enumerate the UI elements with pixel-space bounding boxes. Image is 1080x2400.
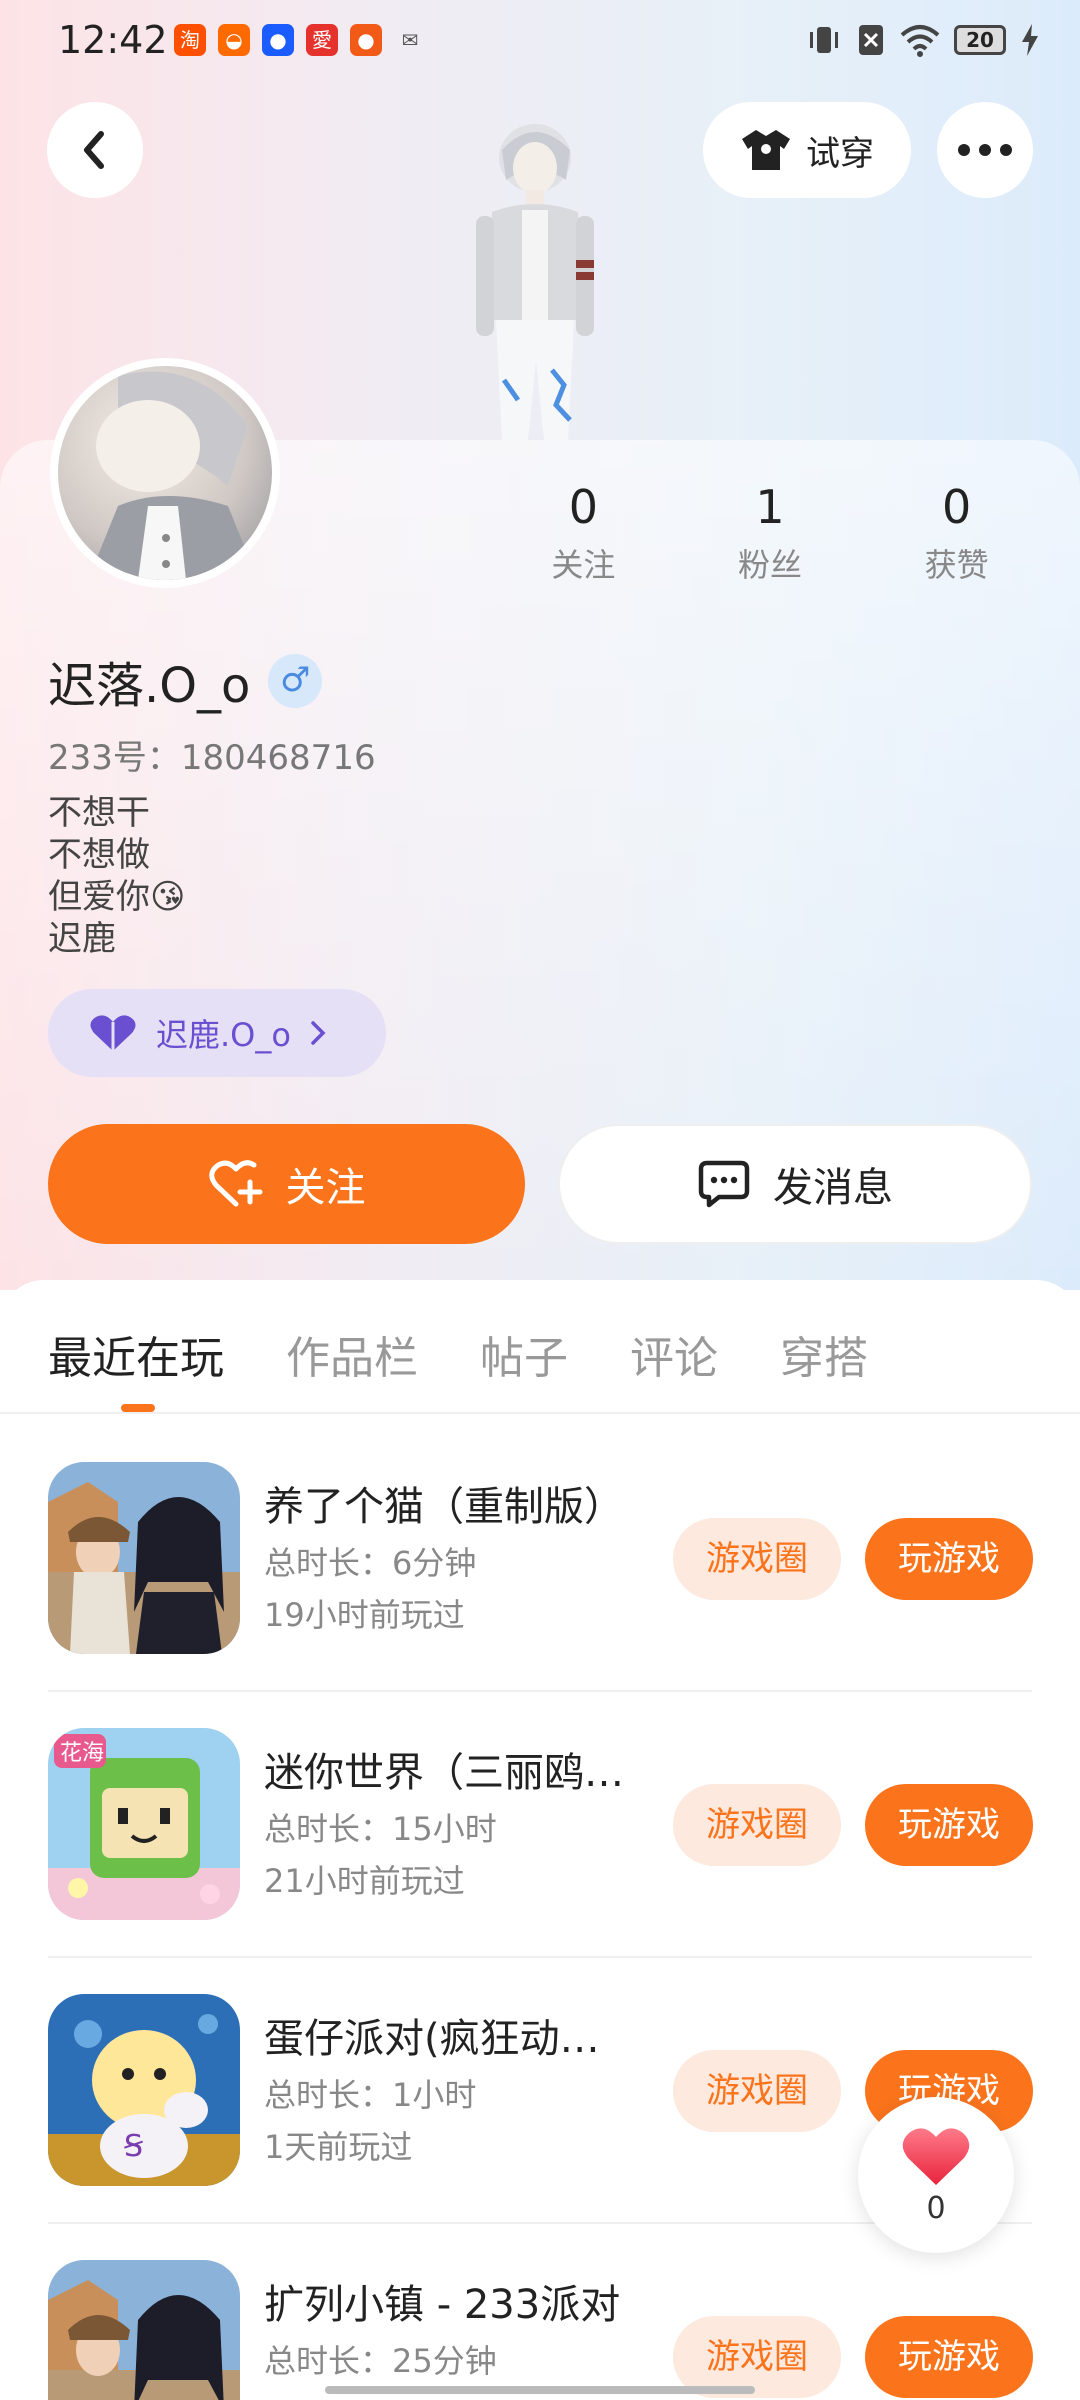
following-count: 0 bbox=[568, 480, 598, 534]
heart-couple-icon bbox=[90, 1015, 136, 1051]
ball-app-icon: ● bbox=[350, 24, 382, 56]
svg-text:花海: 花海 bbox=[60, 1741, 104, 1766]
send-message-label: 发消息 bbox=[773, 1165, 893, 1211]
tab-divider bbox=[0, 1412, 1080, 1414]
active-tab-indicator bbox=[121, 1404, 155, 1412]
tab-comments[interactable]: 评论 bbox=[630, 1322, 718, 1386]
bio-line: 不想做 bbox=[48, 835, 150, 875]
game-name: 蛋仔派对(疯狂动… bbox=[264, 2016, 600, 2062]
tab-recently-played[interactable]: 最近在玩 bbox=[48, 1322, 224, 1386]
followers-label: 粉丝 bbox=[738, 546, 803, 584]
vibrate-icon bbox=[810, 27, 838, 53]
heart-plus-icon bbox=[208, 1160, 262, 1207]
followers-count: 1 bbox=[755, 480, 785, 534]
stat-likes[interactable]: 0 获赞 bbox=[863, 480, 1050, 586]
svg-text:Ꞩ: Ꞩ bbox=[124, 2129, 143, 2164]
status-time: 12:42 bbox=[58, 18, 168, 62]
play-game-button[interactable]: 玩游戏 bbox=[865, 1784, 1033, 1866]
play-game-button[interactable]: 玩游戏 bbox=[865, 2316, 1033, 2398]
heart-icon bbox=[902, 2127, 970, 2185]
avatar-character-figure[interactable] bbox=[440, 120, 630, 440]
game-row[interactable]: 花海 迷你世界（三丽鸥… 总时长：15小时 21小时前玩过 游戏圈 玩游戏 bbox=[48, 1728, 1033, 1920]
game-duration: 总时长：25分钟 bbox=[264, 2342, 497, 2380]
game-circle-button[interactable]: 游戏圈 bbox=[673, 1518, 841, 1600]
status-indicators: 20 bbox=[806, 22, 1040, 58]
following-label: 关注 bbox=[551, 546, 616, 584]
chevron-left-icon bbox=[84, 131, 104, 169]
bio-line: 但爱你😘 bbox=[48, 877, 186, 917]
follow-button[interactable]: 关注 bbox=[48, 1124, 525, 1244]
home-indicator[interactable] bbox=[325, 2386, 755, 2394]
row-divider bbox=[48, 1690, 1032, 1692]
send-message-button[interactable]: 发消息 bbox=[558, 1124, 1032, 1244]
profile-uid[interactable]: 233号：180468716 bbox=[48, 730, 376, 779]
stat-following[interactable]: 0 关注 bbox=[490, 480, 677, 586]
try-on-button[interactable]: 试穿 bbox=[703, 102, 911, 198]
chat-bubble-icon bbox=[698, 1160, 750, 1208]
follow-button-label: 关注 bbox=[285, 1165, 366, 1211]
tab-outfits[interactable]: 穿搭 bbox=[780, 1322, 868, 1386]
chevron-right-icon bbox=[311, 1021, 326, 1045]
profile-avatar[interactable] bbox=[50, 358, 280, 588]
back-button[interactable] bbox=[47, 102, 143, 198]
game-row[interactable]: 扩列小镇 - 233派对 总时长：25分钟 游戏圈 玩游戏 bbox=[48, 2260, 1033, 2400]
game-name: 扩列小镇 - 233派对 bbox=[264, 2282, 621, 2328]
bio-line: 不想干 bbox=[48, 793, 150, 833]
more-dots-icon bbox=[958, 144, 1012, 156]
relationship-chip[interactable]: 迟鹿.O_o bbox=[48, 989, 386, 1077]
game-duration: 总时长：15小时 bbox=[264, 1810, 497, 1848]
game-icon-cat bbox=[48, 1462, 240, 1654]
game-name: 养了个猫（重制版） bbox=[264, 1484, 624, 1530]
game-last-played: 1天前玩过 bbox=[264, 2128, 413, 2166]
game-row[interactable]: 养了个猫（重制版） 总时长：6分钟 19小时前玩过 游戏圈 玩游戏 bbox=[48, 1462, 1033, 1654]
game-name: 迷你世界（三丽鸥… bbox=[264, 1750, 624, 1796]
profile-stats: 0 关注 1 粉丝 0 获赞 bbox=[490, 480, 1050, 586]
profile-tabs: 最近在玩 作品栏 帖子 评论 穿搭 bbox=[48, 1322, 868, 1386]
profile-username-row: 迟落.O_o ♂ bbox=[48, 646, 323, 716]
more-button[interactable] bbox=[937, 102, 1033, 198]
battery-level: 20 bbox=[954, 25, 1006, 55]
no-sim-icon bbox=[859, 25, 883, 55]
tshirt-icon bbox=[742, 130, 790, 170]
male-gender-icon: ♂ bbox=[268, 654, 323, 708]
stat-followers[interactable]: 1 粉丝 bbox=[677, 480, 864, 586]
taobao-icon: 淘 bbox=[174, 24, 206, 56]
game-icon-party-town bbox=[48, 2260, 240, 2400]
game-icon-mini-world: 花海 bbox=[48, 1728, 240, 1920]
bio-line: 迟鹿 bbox=[48, 919, 116, 959]
wechat-icon: ✉ bbox=[401, 28, 419, 52]
play-game-button[interactable]: 玩游戏 bbox=[865, 1518, 1033, 1600]
wifi-icon bbox=[900, 25, 940, 57]
red-app-icon: 愛 bbox=[306, 24, 338, 56]
profile-bio: 不想干 不想做 但爱你😘 迟鹿 bbox=[48, 792, 185, 960]
game-duration: 总时长：6分钟 bbox=[264, 1544, 477, 1582]
charging-icon bbox=[1022, 24, 1038, 56]
likes-count: 0 bbox=[942, 480, 972, 534]
profile-username: 迟落.O_o bbox=[48, 658, 251, 714]
game-icon-eggy-party: Ꞩ bbox=[48, 1994, 240, 2186]
game-circle-button[interactable]: 游戏圈 bbox=[673, 2050, 841, 2132]
game-duration: 总时长：1小时 bbox=[264, 2076, 477, 2114]
tab-works[interactable]: 作品栏 bbox=[286, 1322, 418, 1386]
like-floating-button[interactable]: 0 bbox=[858, 2097, 1014, 2253]
tab-posts[interactable]: 帖子 bbox=[480, 1322, 568, 1386]
game-last-played: 19小时前玩过 bbox=[264, 1596, 465, 1634]
game-circle-button[interactable]: 游戏圈 bbox=[673, 1784, 841, 1866]
game-last-played: 21小时前玩过 bbox=[264, 1862, 465, 1900]
like-count: 0 bbox=[926, 2190, 946, 2226]
status-bar: 12:42 淘 ◒ ● 愛 ● ✉ 20 bbox=[0, 0, 1080, 80]
likes-label: 获赞 bbox=[924, 546, 989, 584]
orange-app-icon: ◒ bbox=[218, 24, 250, 56]
try-on-label: 试穿 bbox=[806, 133, 874, 174]
blue-dot-app-icon: ● bbox=[262, 24, 294, 56]
row-divider bbox=[48, 1956, 1032, 1958]
relationship-chip-label: 迟鹿.O_o bbox=[156, 1016, 291, 1054]
